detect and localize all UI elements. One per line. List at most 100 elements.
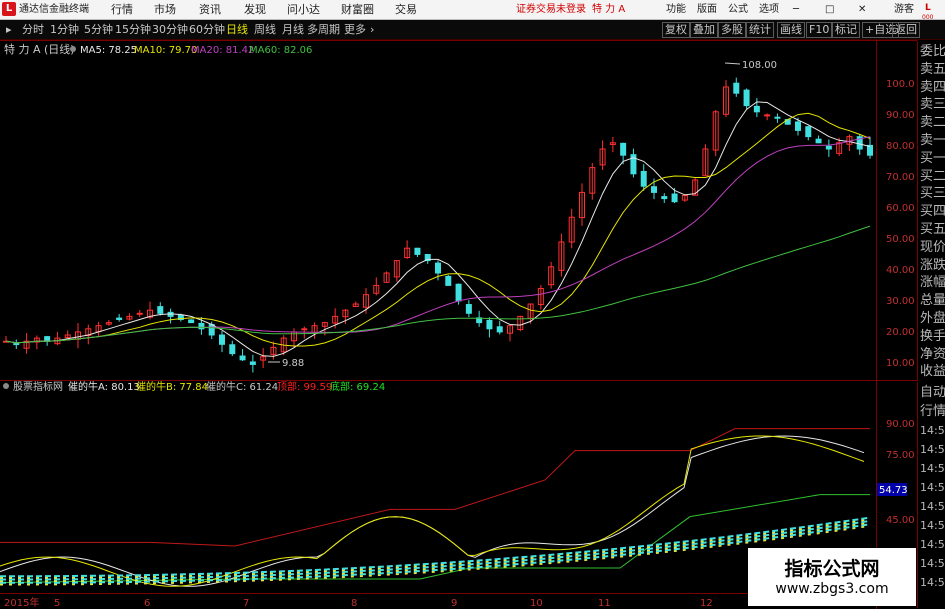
tick-item-1[interactable]: 行情 bbox=[920, 403, 945, 421]
side-item-13[interactable]: 涨幅 bbox=[920, 274, 945, 292]
side-item-0[interactable]: 委比 bbox=[920, 43, 945, 61]
btn-huaxian[interactable]: 画线 bbox=[777, 22, 805, 38]
menu-xuanxiang[interactable]: 选项 bbox=[759, 2, 779, 18]
side-item-6[interactable]: 买一 bbox=[920, 150, 945, 168]
candle-body bbox=[774, 116, 781, 119]
tick-item-0[interactable]: 自动 bbox=[920, 384, 945, 402]
current-value: 54.73 bbox=[879, 485, 908, 496]
tick-item-8[interactable]: 14:50 bbox=[920, 536, 945, 554]
tick-item-5[interactable]: 14:50 bbox=[920, 479, 945, 497]
side-item-11[interactable]: 现价 bbox=[920, 239, 945, 257]
ma10-label: MA10: 79.70 bbox=[134, 45, 197, 56]
period-monthly[interactable]: 月线 bbox=[282, 23, 304, 37]
tick-item-3[interactable]: 14:50 bbox=[920, 441, 945, 459]
btn-diejia[interactable]: 叠加 bbox=[690, 22, 718, 38]
period-5min[interactable]: 5分钟 bbox=[84, 23, 113, 37]
candle-body bbox=[496, 326, 503, 333]
watermark-url: www.zbgs3.com bbox=[775, 581, 889, 597]
login-status[interactable]: 证券交易未登录 bbox=[516, 2, 586, 18]
menu-hangqing[interactable]: 行情 bbox=[111, 2, 133, 18]
trend-band-line bbox=[0, 521, 871, 583]
tick-item-10[interactable]: 14:50 bbox=[920, 574, 945, 592]
menu-faxian[interactable]: 发现 bbox=[244, 2, 266, 18]
watermark: 指标公式网 www.zbgs3.com bbox=[748, 548, 916, 606]
top-step-line bbox=[0, 428, 870, 547]
ma20-line bbox=[5, 136, 871, 344]
candle-body bbox=[764, 114, 771, 117]
menu-banmian[interactable]: 版面 bbox=[697, 2, 717, 18]
side-item-12[interactable]: 涨跌 bbox=[920, 257, 945, 275]
side-item-17[interactable]: 净资 bbox=[920, 346, 945, 364]
period-15min[interactable]: 15分钟 bbox=[115, 23, 151, 37]
side-item-14[interactable]: 总量 bbox=[920, 292, 945, 310]
side-item-8[interactable]: 买三 bbox=[920, 185, 945, 203]
candle-body bbox=[219, 334, 225, 345]
period-toolbar: ▸ 分时 1分钟 5分钟 15分钟 30分钟 60分钟 日线 周线 月线 多周期… bbox=[0, 20, 945, 40]
ma20-label: MA20: 81.42 bbox=[191, 45, 254, 56]
menu-gongshi[interactable]: 公式 bbox=[728, 2, 748, 18]
btn-tongji[interactable]: 统计 bbox=[746, 22, 774, 38]
candle-body bbox=[867, 144, 873, 156]
y-tick: 20.00 bbox=[886, 327, 915, 338]
tick-item-9[interactable]: 14:50 bbox=[920, 555, 945, 573]
period-fenshi[interactable]: 分时 bbox=[22, 23, 44, 37]
menu-shichang[interactable]: 市场 bbox=[154, 2, 176, 18]
menu-wenxiaoda[interactable]: 问小达 bbox=[287, 2, 320, 18]
menu-jiaoyi[interactable]: 交易 bbox=[395, 2, 417, 18]
tick-item-7[interactable]: 14:50 bbox=[920, 517, 945, 535]
btn-f10[interactable]: F10 bbox=[806, 22, 833, 38]
candle-body bbox=[651, 186, 657, 193]
btn-duogu[interactable]: 多股 bbox=[718, 22, 746, 38]
tick-side-panel: 自动行情14:5014:5014:5014:5014:5014:5014:501… bbox=[917, 382, 945, 608]
btn-fanhui[interactable]: 返回 bbox=[892, 22, 920, 38]
watermark-title: 指标公式网 bbox=[784, 558, 880, 580]
side-item-10[interactable]: 买五 bbox=[920, 221, 945, 239]
menu-caifuquan[interactable]: 财富圈 bbox=[341, 2, 374, 18]
period-1min[interactable]: 1分钟 bbox=[50, 23, 79, 37]
top-label: 顶部: 99.59 bbox=[277, 380, 332, 393]
tick-item-2[interactable]: 14:50 bbox=[920, 422, 945, 440]
main-panel-title: 特 力 A (日线) bbox=[4, 42, 75, 56]
side-item-9[interactable]: 买四 bbox=[920, 203, 945, 221]
ma60-label: MA60: 82.06 bbox=[249, 45, 312, 56]
btn-fuquan[interactable]: 复权 bbox=[662, 22, 690, 38]
close-icon[interactable]: ✕ bbox=[858, 2, 866, 18]
btn-biaoji[interactable]: 标记 bbox=[832, 22, 860, 38]
toolbar-left-arrow-icon[interactable]: ▸ bbox=[6, 23, 12, 37]
moving-averages bbox=[5, 101, 871, 357]
side-item-4[interactable]: 卖二 bbox=[920, 114, 945, 132]
candle-body bbox=[661, 196, 668, 200]
side-item-5[interactable]: 卖一 bbox=[920, 132, 945, 150]
side-item-3[interactable]: 卖三 bbox=[920, 96, 945, 114]
sub-settings-icon[interactable] bbox=[3, 383, 9, 389]
period-60min[interactable]: 60分钟 bbox=[189, 23, 225, 37]
side-item-16[interactable]: 换手 bbox=[920, 328, 945, 346]
x-tick: 12 bbox=[700, 598, 713, 609]
maximize-icon[interactable]: □ bbox=[825, 2, 834, 18]
main-y-axis: 100.0 90.00 80.00 70.00 60.00 50.00 40.0… bbox=[886, 79, 915, 369]
side-item-1[interactable]: 卖五 bbox=[920, 61, 945, 79]
candle-body bbox=[620, 142, 627, 156]
candle-body bbox=[743, 89, 750, 107]
candle-body bbox=[198, 322, 205, 330]
more-chevron-icon[interactable]: › bbox=[370, 23, 374, 37]
settings-dot-icon[interactable] bbox=[70, 46, 76, 52]
period-daily[interactable]: 日线 bbox=[226, 23, 248, 37]
menu-zixun[interactable]: 资讯 bbox=[199, 2, 221, 18]
period-30min[interactable]: 30分钟 bbox=[152, 23, 188, 37]
period-weekly[interactable]: 周线 bbox=[254, 23, 276, 37]
period-multi[interactable]: 多周期 bbox=[307, 23, 340, 37]
tick-item-4[interactable]: 14:50 bbox=[920, 460, 945, 478]
kline-chart[interactable]: 特 力 A (日线) MA5: 78.25 MA10: 79.70 MA20: … bbox=[0, 40, 945, 609]
minimize-icon[interactable]: ─ bbox=[793, 2, 799, 18]
guest-label[interactable]: 游客 bbox=[894, 2, 914, 18]
low-label: 9.88 bbox=[282, 358, 304, 369]
x-tick: 11 bbox=[598, 598, 611, 609]
tick-item-6[interactable]: 14:50 bbox=[920, 498, 945, 516]
menu-gongneng[interactable]: 功能 bbox=[666, 2, 686, 18]
side-item-18[interactable]: 收益 bbox=[920, 363, 945, 381]
side-item-7[interactable]: 买二 bbox=[920, 168, 945, 186]
side-item-2[interactable]: 卖四 bbox=[920, 79, 945, 97]
period-more[interactable]: 更多 bbox=[344, 23, 366, 37]
side-item-15[interactable]: 外盘 bbox=[920, 310, 945, 328]
